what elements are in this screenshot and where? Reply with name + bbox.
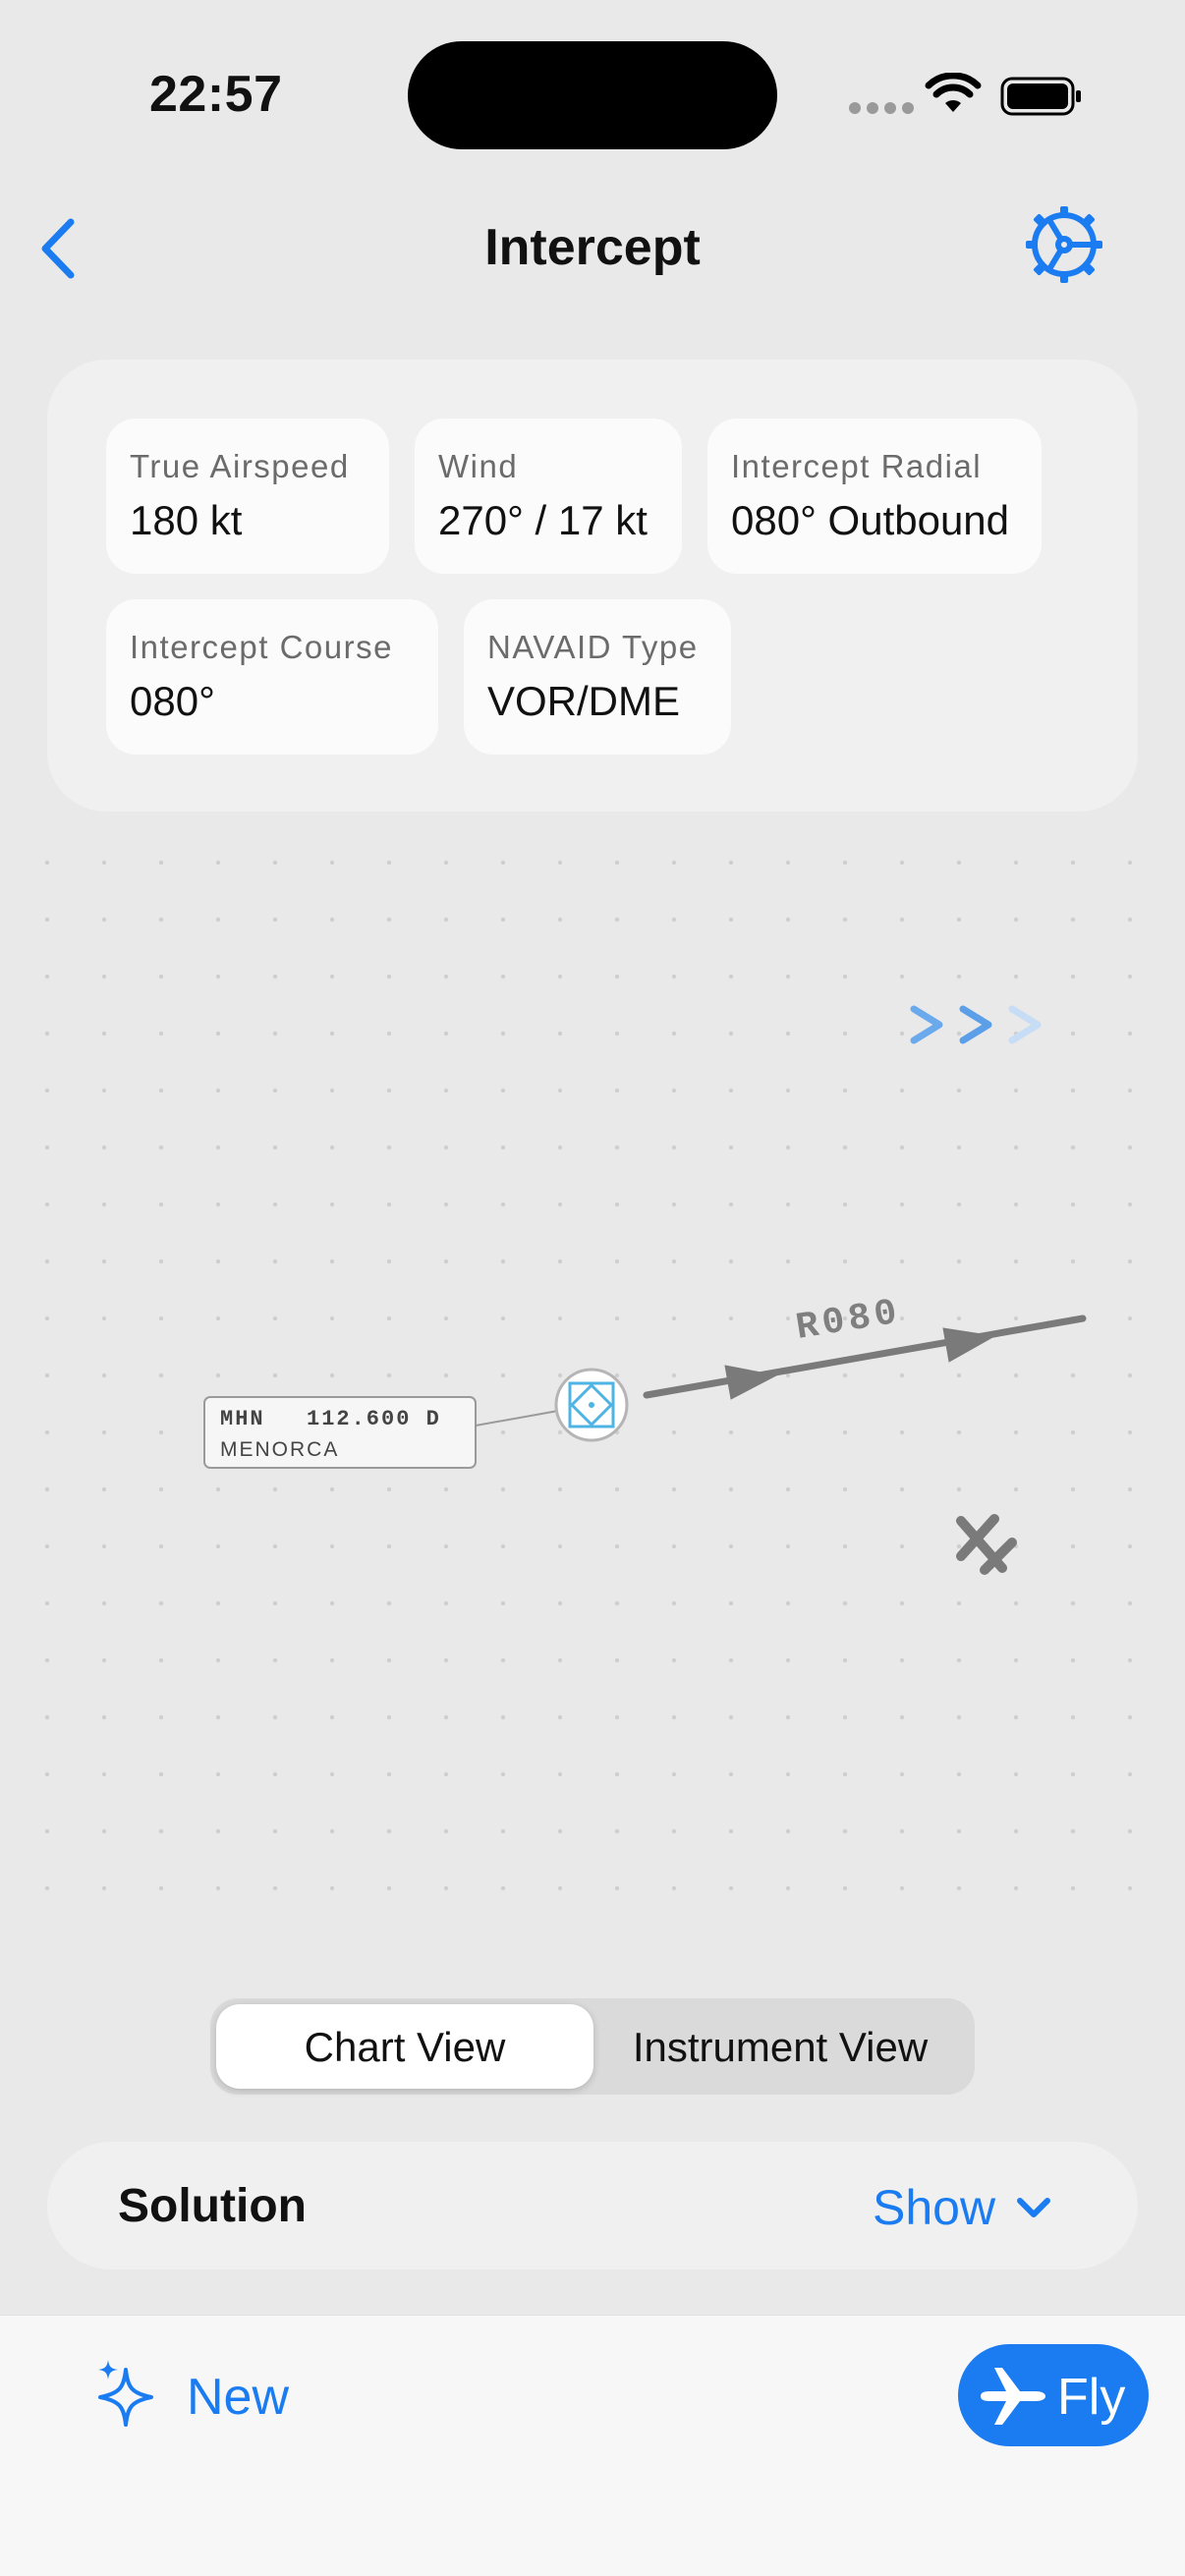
- radial-label: R080: [793, 1292, 904, 1350]
- cellular-signal-icon: [849, 102, 914, 114]
- chevron-down-icon[interactable]: [1012, 2187, 1055, 2230]
- gear-icon[interactable]: [1022, 202, 1106, 287]
- status-time: 22:57: [149, 66, 283, 123]
- param-value: 270° / 17 kt: [438, 497, 648, 543]
- airplane-icon: [981, 2368, 1045, 2425]
- intercept-chart[interactable]: R080 MHN 112.600 D MENORCA: [0, 845, 1185, 1935]
- param-label: NAVAID Type: [487, 629, 699, 665]
- param-value: 180 kt: [130, 497, 243, 543]
- wifi-icon: [925, 73, 982, 112]
- solution-show-button[interactable]: Show: [873, 2179, 995, 2236]
- battery-icon: [1000, 77, 1081, 116]
- solution-label: Solution: [118, 2180, 307, 2232]
- sparkles-icon[interactable]: [96, 2358, 161, 2427]
- vor-dme-icon: [554, 1368, 629, 1442]
- navaid-leader: [475, 1410, 559, 1427]
- dynamic-island: [408, 41, 777, 149]
- param-true-airspeed[interactable]: True Airspeed 180 kt: [106, 419, 389, 574]
- page-title: Intercept: [484, 219, 701, 276]
- param-wind[interactable]: Wind 270° / 17 kt: [415, 419, 682, 574]
- wind-chevrons-icon: [910, 1005, 1042, 1044]
- navaid-frequency: 112.600 D: [307, 1407, 441, 1431]
- param-label: Intercept Course: [130, 629, 393, 665]
- param-label: True Airspeed: [130, 448, 350, 484]
- param-intercept-radial[interactable]: Intercept Radial 080° Outbound: [707, 419, 1042, 574]
- navaid-ident: MHN: [220, 1407, 265, 1431]
- aircraft-icon: [956, 1514, 1017, 1575]
- param-value: 080°: [130, 678, 215, 724]
- tab-instrument-view[interactable]: Instrument View: [593, 2024, 967, 2071]
- navaid-name: MENORCA: [220, 1438, 339, 1461]
- param-navaid-type[interactable]: NAVAID Type VOR/DME: [464, 599, 731, 755]
- param-value: 080° Outbound: [731, 497, 1010, 543]
- param-label: Intercept Radial: [731, 448, 983, 484]
- new-button[interactable]: New: [187, 2368, 289, 2427]
- tab-chart-view[interactable]: Chart View: [216, 2024, 593, 2071]
- param-intercept-course[interactable]: Intercept Course 080°: [106, 599, 438, 755]
- param-label: Wind: [438, 448, 519, 484]
- param-value: VOR/DME: [487, 678, 681, 724]
- fly-label: Fly: [1057, 2369, 1126, 2426]
